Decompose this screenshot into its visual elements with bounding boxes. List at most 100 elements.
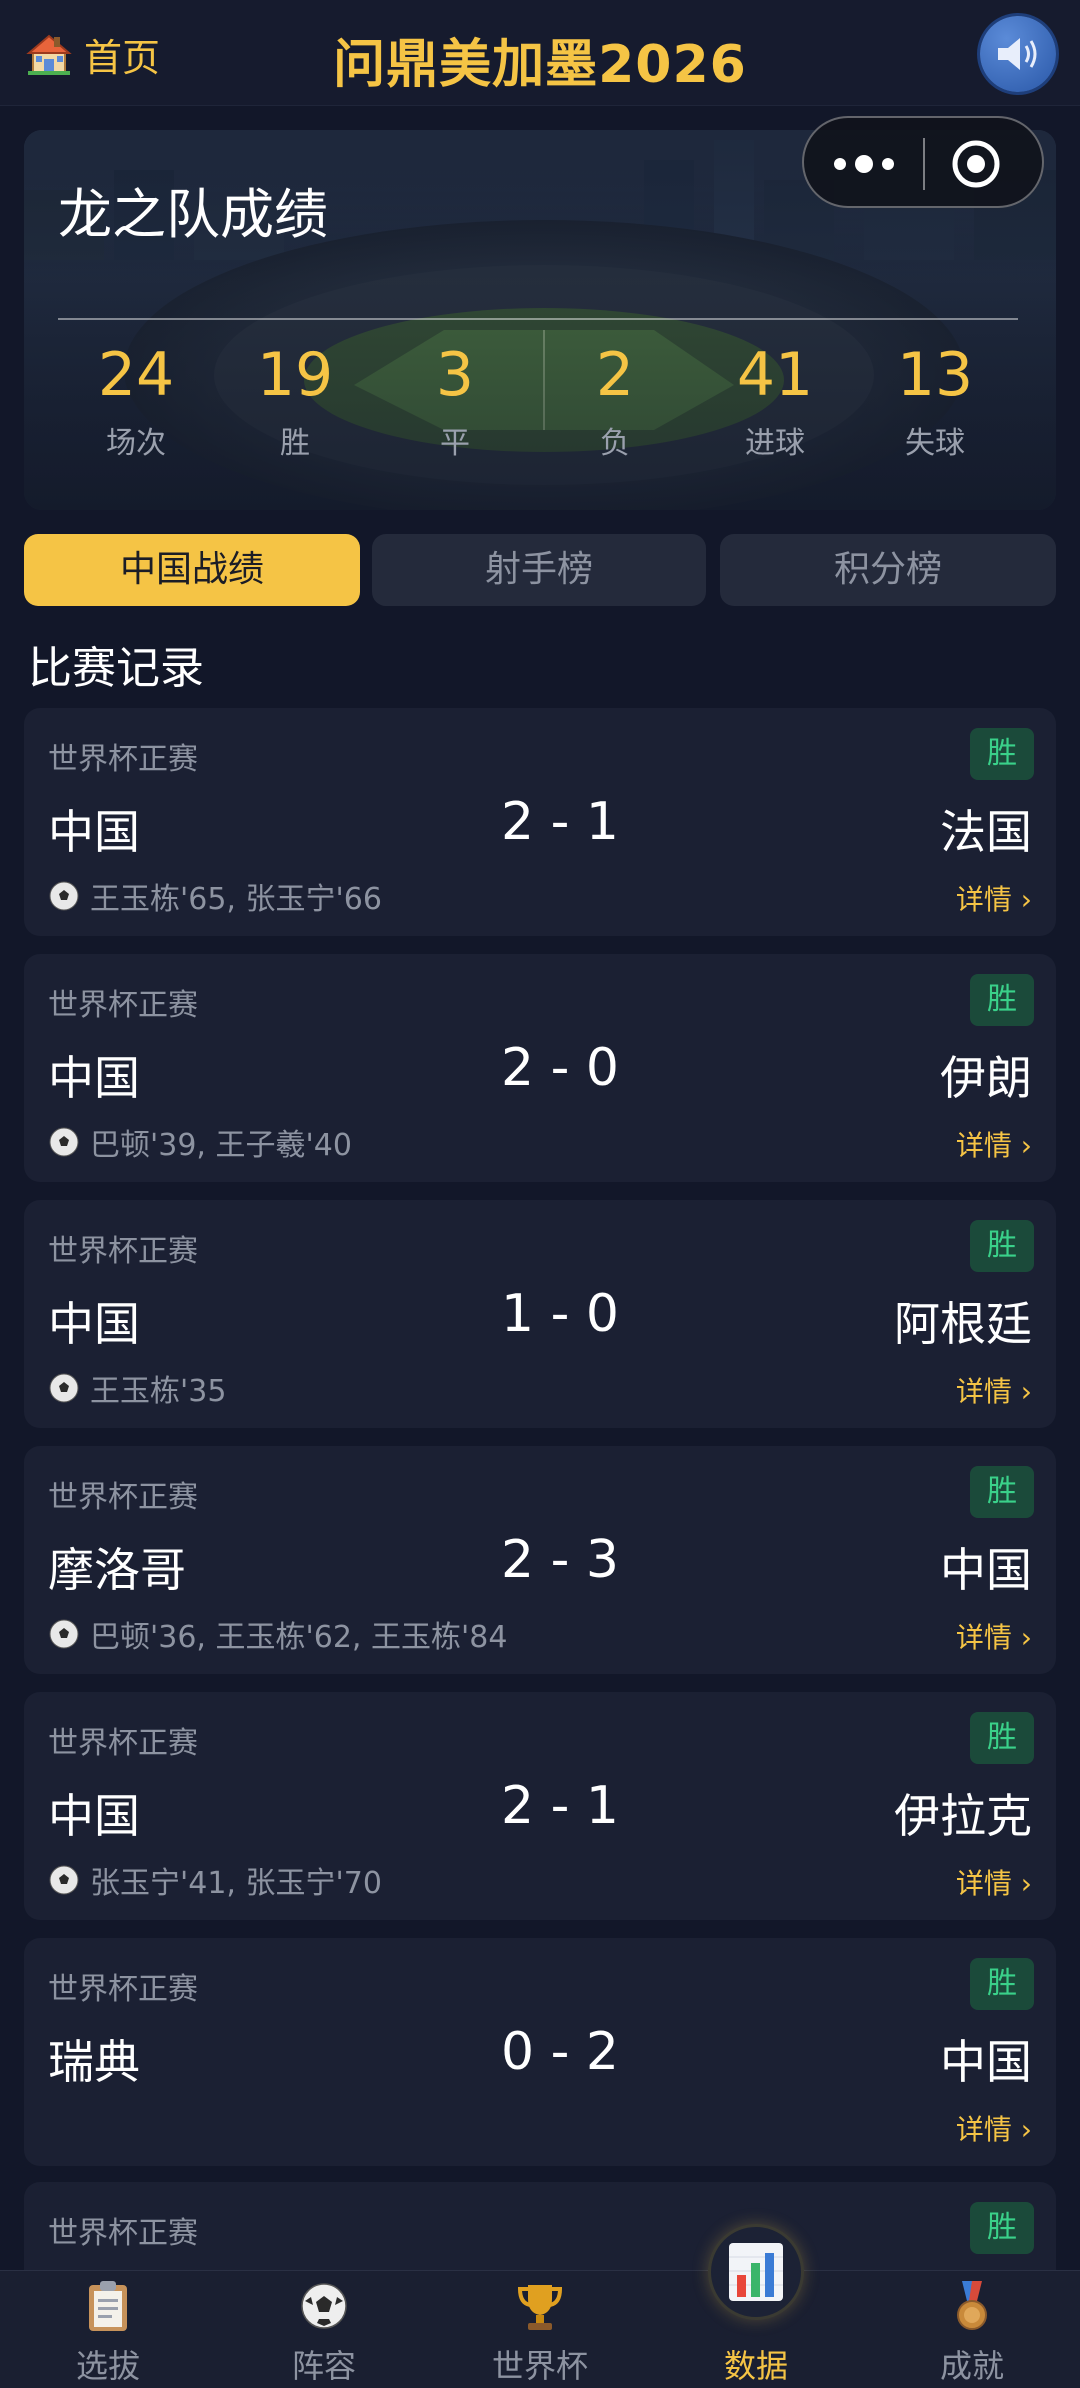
details-link[interactable]: 详情 › bbox=[956, 1616, 1032, 1656]
stat-value: 24 bbox=[97, 340, 175, 410]
away-team: 伊拉克 bbox=[894, 1789, 1032, 1843]
banner-title: 龙之队成绩 bbox=[58, 183, 328, 246]
nav-item-lineup[interactable]: 阵容 bbox=[216, 2271, 432, 2388]
stat-label: 失球 bbox=[905, 426, 965, 461]
scorers-text: 巴顿'36, 王玉栋'62, 王玉栋'84 bbox=[90, 1620, 508, 1655]
close-target-icon[interactable] bbox=[948, 138, 1004, 190]
competition-label: 世界杯正赛 bbox=[48, 1972, 198, 2007]
match-card[interactable]: 世界杯正赛 胜 瑞典 0 - 2 中国 详情 › bbox=[24, 1938, 1056, 2166]
competition-label: 世界杯正赛 bbox=[48, 1480, 198, 1515]
away-team: 法国 bbox=[940, 805, 1032, 859]
soccer-ball-icon bbox=[49, 1865, 79, 1895]
score: 2 - 1 bbox=[501, 792, 619, 852]
home-team: 中国 bbox=[48, 1789, 140, 1843]
scorers-text: 王玉栋'35 bbox=[90, 1374, 227, 1409]
sound-toggle-button[interactable] bbox=[980, 16, 1056, 92]
stat-label: 场次 bbox=[106, 426, 166, 461]
competition-label: 世界杯正赛 bbox=[48, 1726, 198, 1761]
stat-value: 19 bbox=[256, 340, 334, 410]
away-team: 阿根廷 bbox=[894, 1297, 1032, 1351]
match-card[interactable]: 世界杯正赛 胜 摩洛哥 2 - 3 中国 巴顿'36, 王玉栋'62, 王玉栋'… bbox=[24, 1446, 1056, 1674]
nav-item-achievements[interactable]: 成就 bbox=[864, 2271, 1080, 2388]
scorers-row: 张玉宁'41, 张玉宁'70 bbox=[48, 1860, 382, 1901]
details-link[interactable]: 详情 › bbox=[956, 1862, 1032, 1902]
data-tab-bubble[interactable] bbox=[708, 2224, 804, 2320]
stat-label: 胜 bbox=[280, 426, 310, 461]
speaker-icon bbox=[998, 38, 1037, 70]
soccer-ball-icon bbox=[49, 1619, 79, 1649]
stat-goals-against: 13 失球 bbox=[860, 342, 1010, 462]
scorers-text: 张玉宁'41, 张玉宁'70 bbox=[90, 1866, 382, 1901]
nav-item-world-cup[interactable]: 世界杯 bbox=[432, 2271, 648, 2388]
score: 1 - 0 bbox=[501, 1284, 619, 1344]
stat-value: 13 bbox=[896, 340, 974, 410]
details-link[interactable]: 详情 › bbox=[956, 878, 1032, 918]
scorers-row: 巴顿'36, 王玉栋'62, 王玉栋'84 bbox=[48, 1614, 508, 1655]
stat-goals-for: 41 进球 bbox=[700, 342, 850, 462]
scorers-text: 巴顿'39, 王子羲'40 bbox=[90, 1128, 352, 1163]
away-team: 伊朗 bbox=[940, 1051, 1032, 1105]
stat-matches: 24 场次 bbox=[61, 342, 211, 462]
stat-value: 3 bbox=[435, 340, 475, 410]
stat-value: 2 bbox=[595, 340, 635, 410]
stat-losses: 2 负 bbox=[540, 342, 690, 462]
score: 0 - 2 bbox=[501, 2022, 619, 2082]
result-badge: 胜 bbox=[970, 1958, 1034, 2010]
home-team: 中国 bbox=[48, 1297, 140, 1351]
details-link[interactable]: 详情 › bbox=[956, 2108, 1032, 2148]
tab-standings[interactable]: 积分榜 bbox=[720, 534, 1056, 606]
match-card[interactable]: 世界杯正赛 胜 中国 2 - 1 伊拉克 张玉宁'41, 张玉宁'70 详情 › bbox=[24, 1692, 1056, 1920]
result-badge: 胜 bbox=[970, 974, 1034, 1026]
competition-label: 世界杯正赛 bbox=[48, 742, 198, 777]
match-card[interactable]: 世界杯正赛 胜 中国 2 - 0 伊朗 巴顿'39, 王子羲'40 详情 › bbox=[24, 954, 1056, 1182]
capsule-separator bbox=[923, 138, 925, 190]
medal-icon bbox=[957, 2281, 987, 2330]
scorers-text: 王玉栋'65, 张玉宁'66 bbox=[90, 882, 382, 917]
tab-top-scorers[interactable]: 射手榜 bbox=[372, 534, 706, 606]
result-badge: 胜 bbox=[970, 1712, 1034, 1764]
score: 2 - 1 bbox=[501, 1776, 619, 1836]
section-title: 比赛记录 bbox=[28, 643, 204, 694]
competition-label: 世界杯正赛 bbox=[48, 2216, 198, 2251]
miniprogram-capsule bbox=[802, 116, 1044, 208]
result-badge: 胜 bbox=[970, 728, 1034, 780]
scorers-row: 王玉栋'35 bbox=[48, 1368, 227, 1409]
bottom-nav: 选拔 阵容 世界杯 数据 成就 bbox=[0, 2270, 1080, 2388]
nav-label: 选拔 bbox=[75, 2347, 140, 2385]
home-team: 中国 bbox=[48, 805, 140, 859]
page: 首页 问鼎美加墨2026 龙之队成绩 24 场次 19 胜 3 平 2 负 41… bbox=[0, 0, 1080, 2388]
tab-china-record[interactable]: 中国战绩 bbox=[24, 534, 360, 606]
details-link[interactable]: 详情 › bbox=[956, 1124, 1032, 1164]
away-team: 中国 bbox=[940, 1543, 1032, 1597]
soccer-ball-icon bbox=[301, 2283, 347, 2329]
home-team: 摩洛哥 bbox=[48, 1543, 186, 1597]
scorers-row: 王玉栋'65, 张玉宁'66 bbox=[48, 876, 382, 917]
stat-value: 41 bbox=[736, 340, 814, 410]
home-team: 中国 bbox=[48, 1051, 140, 1105]
nav-label: 成就 bbox=[939, 2347, 1004, 2385]
nav-label: 世界杯 bbox=[491, 2347, 588, 2385]
stat-label: 负 bbox=[600, 426, 630, 461]
more-options-icon[interactable] bbox=[824, 142, 904, 186]
details-link[interactable]: 详情 › bbox=[956, 1370, 1032, 1410]
clipboard-icon bbox=[89, 2281, 127, 2331]
stat-label: 平 bbox=[440, 426, 470, 461]
app-title: 问鼎美加墨2026 bbox=[333, 35, 747, 95]
nav-item-selection[interactable]: 选拔 bbox=[0, 2271, 216, 2388]
home-team: 瑞典 bbox=[48, 2035, 140, 2089]
nav-label: 阵容 bbox=[291, 2347, 356, 2385]
match-card[interactable]: 世界杯正赛 胜 中国 2 - 1 法国 王玉栋'65, 张玉宁'66 详情 › bbox=[24, 708, 1056, 936]
match-card[interactable]: 世界杯正赛 胜 中国 1 - 0 阿根廷 王玉栋'35 详情 › bbox=[24, 1200, 1056, 1428]
result-badge: 胜 bbox=[970, 2202, 1034, 2254]
competition-label: 世界杯正赛 bbox=[48, 1234, 198, 1269]
stat-draws: 3 平 bbox=[380, 342, 530, 462]
nav-label: 数据 bbox=[723, 2347, 788, 2385]
score: 2 - 3 bbox=[501, 1530, 619, 1590]
competition-label: 世界杯正赛 bbox=[48, 988, 198, 1023]
away-team: 中国 bbox=[940, 2035, 1032, 2089]
stat-label: 进球 bbox=[745, 426, 805, 461]
bar-chart-icon bbox=[729, 2243, 783, 2301]
banner-divider bbox=[58, 318, 1018, 320]
trophy-icon bbox=[517, 2285, 563, 2330]
top-bar: 首页 问鼎美加墨2026 bbox=[0, 0, 1080, 106]
